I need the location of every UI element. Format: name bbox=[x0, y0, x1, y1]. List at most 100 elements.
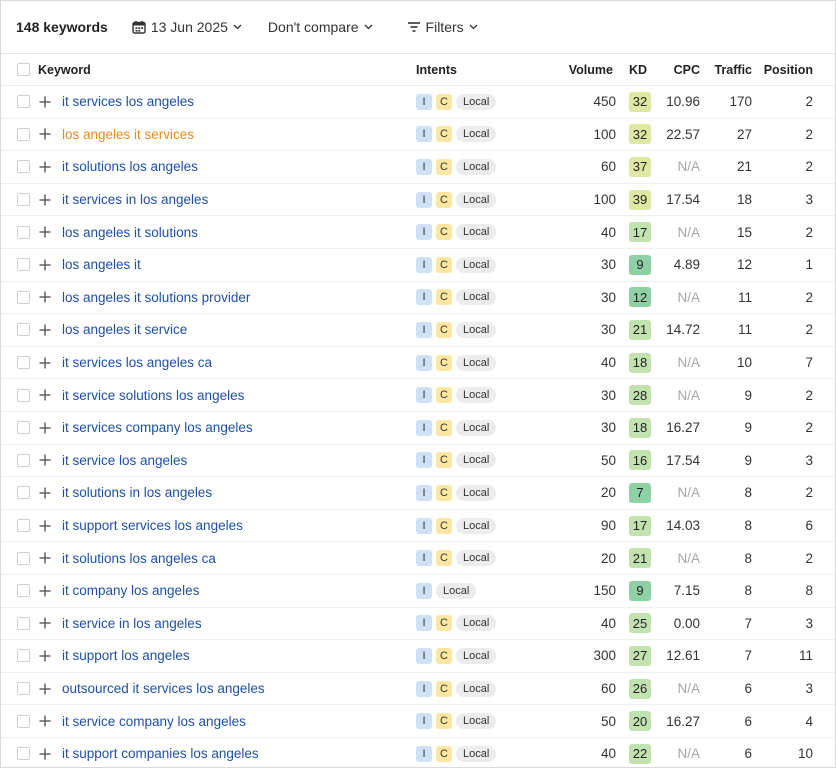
plus-icon[interactable] bbox=[39, 151, 52, 183]
volume-value: 40 bbox=[600, 746, 616, 762]
keyword-link[interactable]: los angeles it solutions provider bbox=[62, 290, 250, 305]
row-checkbox[interactable] bbox=[17, 608, 30, 640]
row-checkbox[interactable] bbox=[17, 575, 30, 607]
traffic-value: 6 bbox=[744, 746, 752, 762]
intent-commercial-badge: C bbox=[436, 256, 452, 273]
column-header-keyword[interactable]: Keyword bbox=[38, 54, 91, 85]
table-row: it services los angeles I C Local 450 32 1… bbox=[1, 86, 835, 119]
row-checkbox[interactable] bbox=[17, 542, 30, 574]
keyword-link[interactable]: outsourced it services los angeles bbox=[62, 681, 265, 696]
intent-informational-badge: I bbox=[416, 158, 432, 175]
plus-icon[interactable] bbox=[39, 314, 52, 346]
position-value: 2 bbox=[805, 126, 813, 142]
row-checkbox[interactable] bbox=[17, 379, 30, 411]
column-header-position[interactable]: Position bbox=[764, 54, 813, 85]
keyword-link[interactable]: it service company los angeles bbox=[62, 714, 246, 729]
row-checkbox[interactable] bbox=[17, 282, 30, 314]
keyword-link[interactable]: it services los angeles bbox=[62, 94, 194, 109]
row-checkbox[interactable] bbox=[17, 347, 30, 379]
table-row: it support companies los angeles I C Local… bbox=[1, 738, 835, 767]
plus-icon[interactable] bbox=[39, 184, 52, 216]
plus-icon[interactable] bbox=[39, 249, 52, 281]
column-header-intents[interactable]: Intents bbox=[416, 54, 457, 85]
keyword-link[interactable]: los angeles it services bbox=[62, 127, 194, 142]
compare-dropdown[interactable]: Don't compare bbox=[268, 19, 373, 35]
volume-value: 40 bbox=[600, 224, 616, 240]
plus-icon[interactable] bbox=[39, 510, 52, 542]
keyword-link[interactable]: it services company los angeles bbox=[62, 420, 253, 435]
row-checkbox[interactable] bbox=[17, 673, 30, 705]
keyword-link[interactable]: it support los angeles bbox=[62, 648, 190, 663]
row-checkbox[interactable] bbox=[17, 184, 30, 216]
column-header-traffic[interactable]: Traffic bbox=[714, 54, 752, 85]
plus-icon[interactable] bbox=[39, 216, 52, 248]
traffic-value: 8 bbox=[744, 485, 752, 501]
keyword-link[interactable]: los angeles it bbox=[62, 257, 141, 272]
plus-icon[interactable] bbox=[39, 379, 52, 411]
row-checkbox[interactable] bbox=[17, 510, 30, 542]
intent-local-badge: Local bbox=[456, 224, 497, 241]
position-value: 2 bbox=[805, 94, 813, 110]
date-picker-button[interactable]: 13 Jun 2025 bbox=[132, 19, 242, 35]
row-checkbox[interactable] bbox=[17, 151, 30, 183]
row-checkbox[interactable] bbox=[17, 314, 30, 346]
intent-local-badge: Local bbox=[456, 419, 497, 436]
keyword-count: 148 keywords bbox=[16, 19, 108, 35]
select-all-checkbox[interactable] bbox=[17, 54, 30, 85]
keyword-link[interactable]: los angeles it solutions bbox=[62, 225, 198, 240]
table-row: los angeles it service I C Local 30 21 14.… bbox=[1, 314, 835, 347]
plus-icon[interactable] bbox=[39, 282, 52, 314]
plus-icon[interactable] bbox=[39, 738, 52, 767]
row-checkbox[interactable] bbox=[17, 119, 30, 151]
keyword-link[interactable]: it solutions in los angeles bbox=[62, 485, 212, 500]
row-checkbox[interactable] bbox=[17, 640, 30, 672]
plus-icon[interactable] bbox=[39, 575, 52, 607]
keyword-link[interactable]: it solutions los angeles bbox=[62, 159, 198, 174]
row-checkbox[interactable] bbox=[17, 445, 30, 477]
column-header-cpc[interactable]: CPC bbox=[674, 54, 700, 85]
row-checkbox[interactable] bbox=[17, 86, 30, 118]
volume-value: 50 bbox=[600, 713, 616, 729]
intent-informational-badge: I bbox=[416, 452, 432, 469]
plus-icon[interactable] bbox=[39, 412, 52, 444]
row-checkbox[interactable] bbox=[17, 412, 30, 444]
keyword-link[interactable]: it support services los angeles bbox=[62, 518, 243, 533]
keyword-link[interactable]: it service in los angeles bbox=[62, 616, 202, 631]
intent-local-badge: Local bbox=[456, 289, 497, 306]
plus-icon[interactable] bbox=[39, 640, 52, 672]
traffic-value: 9 bbox=[744, 452, 752, 468]
plus-icon[interactable] bbox=[39, 608, 52, 640]
keyword-link[interactable]: it service los angeles bbox=[62, 453, 187, 468]
intent-informational-badge: I bbox=[416, 745, 432, 762]
plus-icon[interactable] bbox=[39, 673, 52, 705]
table-row: los angeles it I C Local 30 9 4.89 12 1 bbox=[1, 249, 835, 282]
keyword-link[interactable]: it services in los angeles bbox=[62, 192, 208, 207]
keyword-link[interactable]: it solutions los angeles ca bbox=[62, 551, 216, 566]
keyword-link[interactable]: it service solutions los angeles bbox=[62, 388, 244, 403]
plus-icon[interactable] bbox=[39, 86, 52, 118]
row-checkbox[interactable] bbox=[17, 738, 30, 767]
plus-icon[interactable] bbox=[39, 119, 52, 151]
keyword-link[interactable]: it services los angeles ca bbox=[62, 355, 212, 370]
intent-local-badge: Local bbox=[456, 387, 497, 404]
traffic-value: 9 bbox=[744, 387, 752, 403]
plus-icon[interactable] bbox=[39, 347, 52, 379]
position-value: 4 bbox=[805, 713, 813, 729]
keyword-link[interactable]: los angeles it service bbox=[62, 322, 187, 337]
filters-button[interactable]: Filters bbox=[407, 19, 478, 35]
plus-icon[interactable] bbox=[39, 542, 52, 574]
keyword-link[interactable]: it support companies los angeles bbox=[62, 746, 259, 761]
column-header-kd[interactable]: KD bbox=[629, 54, 647, 85]
position-value: 2 bbox=[805, 420, 813, 436]
plus-icon[interactable] bbox=[39, 705, 52, 737]
row-checkbox[interactable] bbox=[17, 216, 30, 248]
row-checkbox[interactable] bbox=[17, 249, 30, 281]
calendar-icon bbox=[132, 20, 146, 34]
column-header-volume[interactable]: Volume bbox=[569, 54, 613, 85]
keyword-link[interactable]: it company los angeles bbox=[62, 583, 199, 598]
plus-icon[interactable] bbox=[39, 445, 52, 477]
plus-icon[interactable] bbox=[39, 477, 52, 509]
intent-local-badge: Local bbox=[456, 713, 497, 730]
row-checkbox[interactable] bbox=[17, 477, 30, 509]
row-checkbox[interactable] bbox=[17, 705, 30, 737]
